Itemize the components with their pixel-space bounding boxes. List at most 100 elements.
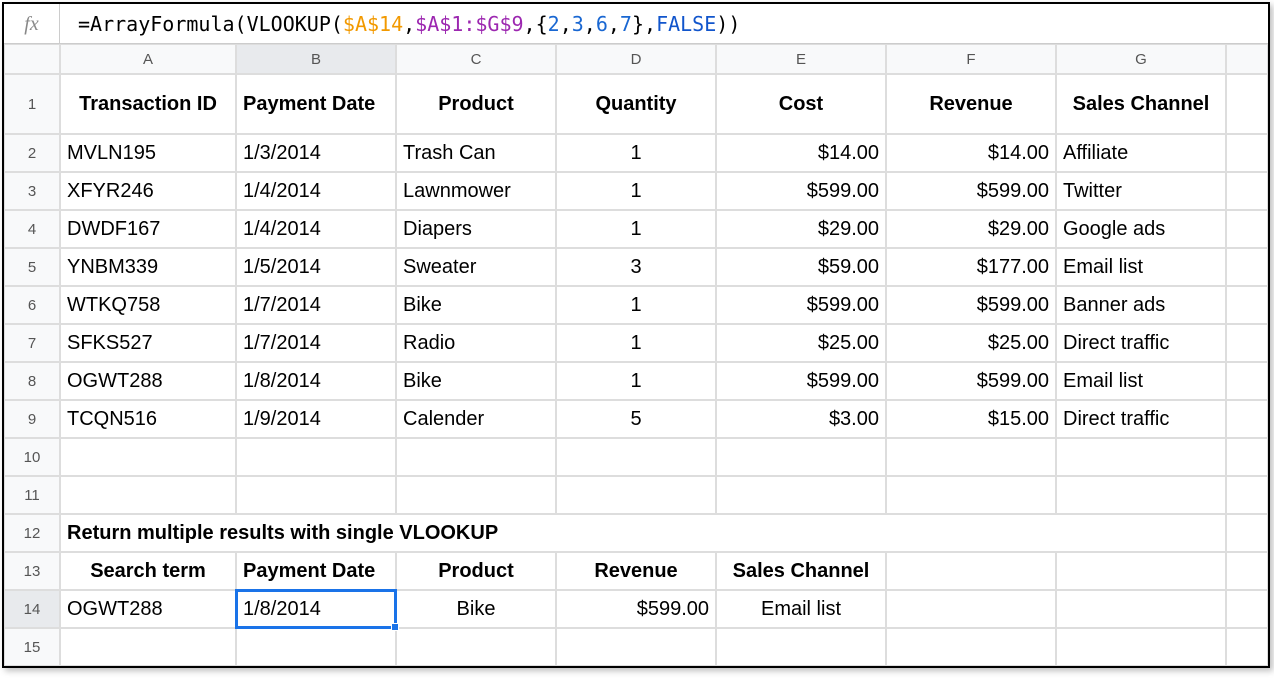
- cell-empty[interactable]: [1056, 590, 1226, 628]
- cell-empty[interactable]: [1226, 248, 1268, 286]
- cell-empty[interactable]: [1226, 514, 1268, 552]
- cell-payment-date[interactable]: 1/8/2014: [236, 362, 396, 400]
- cell-cost[interactable]: $599.00: [716, 172, 886, 210]
- cell-empty[interactable]: [716, 438, 886, 476]
- cell-revenue[interactable]: $177.00: [886, 248, 1056, 286]
- cell-empty[interactable]: [1226, 172, 1268, 210]
- cell-product[interactable]: Diapers: [396, 210, 556, 248]
- cell-payment-date[interactable]: 1/9/2014: [236, 400, 396, 438]
- row-header-8[interactable]: 8: [4, 362, 60, 400]
- cell-empty[interactable]: [396, 628, 556, 666]
- row-header-5[interactable]: 5: [4, 248, 60, 286]
- cell-cost[interactable]: $599.00: [716, 286, 886, 324]
- row-header-2[interactable]: 2: [4, 134, 60, 172]
- cell-empty[interactable]: [1056, 476, 1226, 514]
- col-header-G[interactable]: G: [1056, 44, 1226, 74]
- cell-channel[interactable]: Twitter: [1056, 172, 1226, 210]
- cell-revenue[interactable]: $599.00: [886, 286, 1056, 324]
- cell-revenue[interactable]: $14.00: [886, 134, 1056, 172]
- cell-empty[interactable]: [60, 438, 236, 476]
- row-header-15[interactable]: 15: [4, 628, 60, 666]
- cell-empty[interactable]: [886, 552, 1056, 590]
- cell-empty[interactable]: [1226, 286, 1268, 324]
- fill-handle[interactable]: [391, 623, 399, 631]
- cell-empty[interactable]: [60, 628, 236, 666]
- cell-empty[interactable]: [1226, 134, 1268, 172]
- cell-transaction-id[interactable]: WTKQ758: [60, 286, 236, 324]
- cell-empty[interactable]: [716, 476, 886, 514]
- row-header-7[interactable]: 7: [4, 324, 60, 362]
- cell-transaction-id[interactable]: XFYR246: [60, 172, 236, 210]
- col-header-D[interactable]: D: [556, 44, 716, 74]
- cell-transaction-id[interactable]: TCQN516: [60, 400, 236, 438]
- cell-quantity[interactable]: 1: [556, 210, 716, 248]
- cell-empty[interactable]: [1226, 476, 1268, 514]
- cell-channel[interactable]: Direct traffic: [1056, 400, 1226, 438]
- cell-product[interactable]: Trash Can: [396, 134, 556, 172]
- cell-transaction-id[interactable]: DWDF167: [60, 210, 236, 248]
- row-header-1[interactable]: 1: [4, 74, 60, 134]
- cell-empty[interactable]: [1226, 552, 1268, 590]
- cell-empty[interactable]: [1226, 324, 1268, 362]
- cell-empty[interactable]: [886, 628, 1056, 666]
- cell-cost[interactable]: $599.00: [716, 362, 886, 400]
- cell-channel[interactable]: Email list: [1056, 362, 1226, 400]
- cell-empty[interactable]: [60, 476, 236, 514]
- cell-empty[interactable]: [1226, 438, 1268, 476]
- cell-channel[interactable]: Banner ads: [1056, 286, 1226, 324]
- cell-empty[interactable]: [1226, 74, 1268, 134]
- cell-payment-date[interactable]: 1/7/2014: [236, 324, 396, 362]
- row-header-3[interactable]: 3: [4, 172, 60, 210]
- cell-empty[interactable]: [1226, 590, 1268, 628]
- cell-empty[interactable]: [556, 476, 716, 514]
- cell-empty[interactable]: [1226, 628, 1268, 666]
- col-header-extra[interactable]: [1226, 44, 1268, 74]
- cell-empty[interactable]: [556, 438, 716, 476]
- cell-transaction-id[interactable]: MVLN195: [60, 134, 236, 172]
- cell-cost[interactable]: $25.00: [716, 324, 886, 362]
- cell-transaction-id[interactable]: OGWT288: [60, 362, 236, 400]
- cell-empty[interactable]: [886, 438, 1056, 476]
- cell-product[interactable]: Sweater: [396, 248, 556, 286]
- cell-channel[interactable]: Google ads: [1056, 210, 1226, 248]
- cell-empty[interactable]: [1226, 210, 1268, 248]
- cell-quantity[interactable]: 1: [556, 324, 716, 362]
- cell-quantity[interactable]: 3: [556, 248, 716, 286]
- row-header-10[interactable]: 10: [4, 438, 60, 476]
- cell-channel[interactable]: Email list: [1056, 248, 1226, 286]
- row-header-13[interactable]: 13: [4, 552, 60, 590]
- lookup-search-term[interactable]: OGWT288: [60, 590, 236, 628]
- cell-product[interactable]: Bike: [396, 286, 556, 324]
- cell-quantity[interactable]: 5: [556, 400, 716, 438]
- cell-empty[interactable]: [396, 438, 556, 476]
- formula-input[interactable]: =ArrayFormula(VLOOKUP($A$14,$A$1:$G$9,{2…: [60, 12, 740, 36]
- col-header-E[interactable]: E: [716, 44, 886, 74]
- cell-revenue[interactable]: $599.00: [886, 172, 1056, 210]
- cell-payment-date[interactable]: 1/3/2014: [236, 134, 396, 172]
- cell-empty[interactable]: [1056, 552, 1226, 590]
- row-header-14[interactable]: 14: [4, 590, 60, 628]
- select-all-corner[interactable]: [4, 44, 60, 74]
- cell-payment-date[interactable]: 1/4/2014: [236, 210, 396, 248]
- selected-cell-b14[interactable]: 1/8/2014: [236, 590, 396, 628]
- cell-empty[interactable]: [1056, 628, 1226, 666]
- cell-product[interactable]: Radio: [396, 324, 556, 362]
- cell-quantity[interactable]: 1: [556, 286, 716, 324]
- cell-cost[interactable]: $14.00: [716, 134, 886, 172]
- cell-empty[interactable]: [1056, 438, 1226, 476]
- cell-revenue[interactable]: $15.00: [886, 400, 1056, 438]
- cell-empty[interactable]: [716, 628, 886, 666]
- cell-payment-date[interactable]: 1/7/2014: [236, 286, 396, 324]
- row-header-4[interactable]: 4: [4, 210, 60, 248]
- cell-empty[interactable]: [236, 438, 396, 476]
- cell-quantity[interactable]: 1: [556, 172, 716, 210]
- cell-product[interactable]: Calender: [396, 400, 556, 438]
- cell-empty[interactable]: [886, 476, 1056, 514]
- row-header-6[interactable]: 6: [4, 286, 60, 324]
- cell-empty[interactable]: [236, 476, 396, 514]
- cell-cost[interactable]: $29.00: [716, 210, 886, 248]
- cell-cost[interactable]: $3.00: [716, 400, 886, 438]
- row-header-11[interactable]: 11: [4, 476, 60, 514]
- cell-revenue[interactable]: $29.00: [886, 210, 1056, 248]
- cell-channel[interactable]: Direct traffic: [1056, 324, 1226, 362]
